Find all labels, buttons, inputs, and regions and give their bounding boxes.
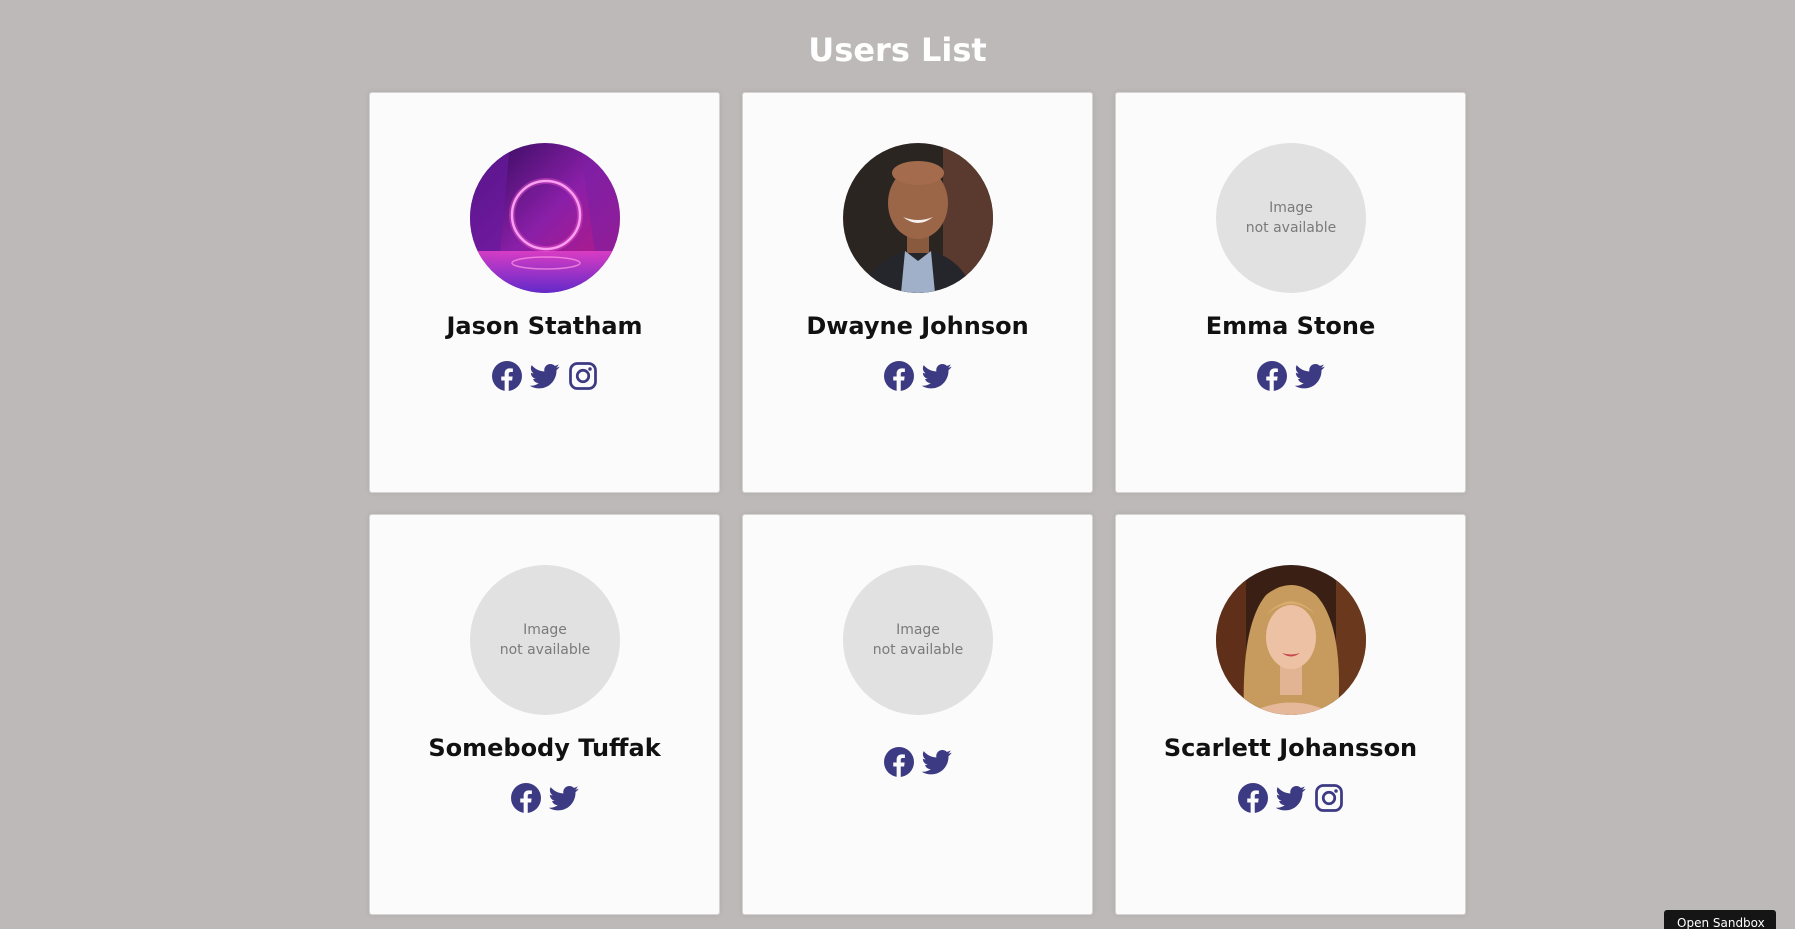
user-name: Jason Statham	[446, 312, 643, 340]
user-name: Dwayne Johnson	[806, 312, 1029, 340]
social-links	[743, 361, 1092, 391]
user-card: Jason Statham	[369, 92, 720, 493]
facebook-icon[interactable]	[491, 361, 522, 391]
users-grid: Jason Statham Dwayne Johnson Image not a…	[369, 92, 1468, 915]
user-name: Scarlett Johansson	[1163, 734, 1418, 762]
avatar	[470, 143, 620, 293]
user-card: Dwayne Johnson	[742, 92, 1093, 493]
avatar-placeholder: Image not available	[470, 565, 620, 715]
user-name: Emma Stone	[1205, 312, 1376, 340]
user-card: Image not available	[742, 514, 1093, 915]
facebook-icon[interactable]	[510, 783, 541, 813]
twitter-icon[interactable]	[921, 747, 952, 777]
facebook-icon[interactable]	[883, 747, 914, 777]
avatar-placeholder: Image not available	[1216, 143, 1366, 293]
instagram-icon[interactable]	[1314, 783, 1344, 813]
user-name: Somebody Tuffak	[428, 734, 661, 762]
twitter-icon[interactable]	[1275, 783, 1306, 813]
facebook-icon[interactable]	[883, 361, 914, 391]
portrait-photo	[1216, 565, 1366, 715]
twitter-icon[interactable]	[921, 361, 952, 391]
facebook-icon[interactable]	[1256, 361, 1287, 391]
social-links	[1116, 361, 1465, 391]
instagram-icon[interactable]	[568, 361, 598, 391]
social-links	[370, 783, 719, 813]
twitter-icon[interactable]	[529, 361, 560, 391]
avatar	[1216, 565, 1366, 715]
social-links	[1116, 783, 1465, 813]
portrait-photo	[843, 143, 993, 293]
social-links	[743, 747, 1092, 777]
twitter-icon[interactable]	[1294, 361, 1325, 391]
twitter-icon[interactable]	[548, 783, 579, 813]
neon-ring-image	[470, 143, 620, 293]
avatar-placeholder: Image not available	[843, 565, 993, 715]
avatar	[843, 143, 993, 293]
social-links	[370, 361, 719, 391]
open-sandbox-button[interactable]: Open Sandbox	[1664, 910, 1776, 929]
page: Users List Jason Statham Dwayne Johnson …	[0, 0, 1795, 929]
user-card: Image not available Emma Stone	[1115, 92, 1466, 493]
facebook-icon[interactable]	[1237, 783, 1268, 813]
user-card: Scarlett Johansson	[1115, 514, 1466, 915]
user-card: Image not available Somebody Tuffak	[369, 514, 720, 915]
page-title: Users List	[808, 31, 987, 69]
